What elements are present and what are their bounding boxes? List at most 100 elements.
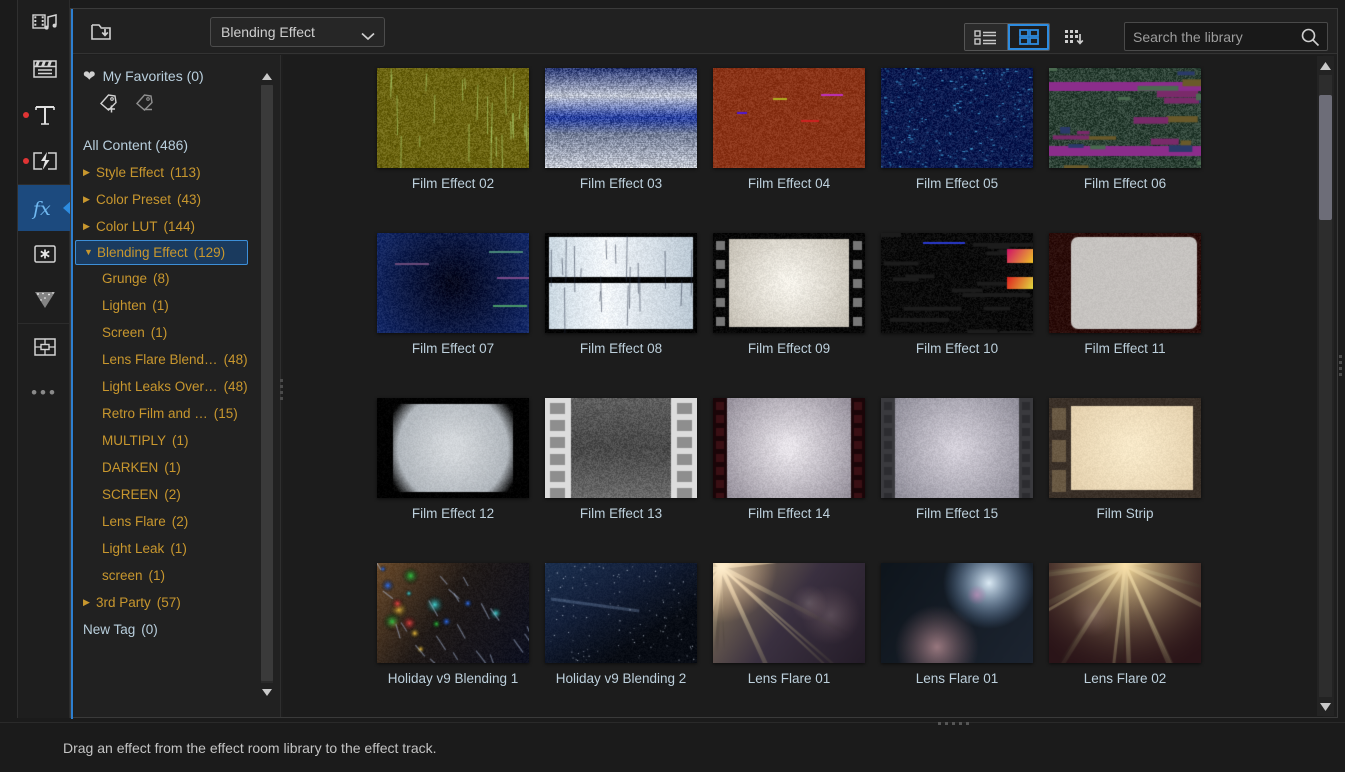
rail-button-media-room[interactable] (18, 0, 71, 46)
tag-minus-icon[interactable] (133, 91, 159, 120)
search-icon[interactable] (1300, 27, 1320, 52)
tag-tree-item[interactable]: SCREEN(2) (74, 481, 252, 508)
effect-thumbnail[interactable] (713, 68, 865, 168)
grid-view-icon[interactable] (1007, 24, 1049, 50)
rail-button-text-room[interactable] (18, 92, 71, 138)
tag-plus-icon[interactable] (97, 91, 123, 120)
rail-button-particle-room[interactable] (18, 277, 71, 323)
effect-thumbnail[interactable] (1049, 68, 1201, 168)
effect-grid-item[interactable]: Film Effect 15 (873, 398, 1041, 563)
effect-grid-item[interactable]: Holiday v9 Blending 1 (369, 563, 537, 717)
tag-tree-item[interactable]: DARKEN(1) (74, 454, 252, 481)
effect-grid-item[interactable]: Film Effect 05 (873, 68, 1041, 233)
category-dropdown[interactable]: Blending Effect (210, 17, 385, 47)
tag-tree-item-count: (1) (164, 460, 181, 475)
effect-thumbnail[interactable] (377, 68, 529, 168)
effect-thumbnail[interactable] (881, 563, 1033, 663)
tag-tree-item[interactable]: Lens Flare Blend…(48) (74, 346, 252, 373)
tag-tree-item[interactable]: ▶Color Preset(43) (74, 186, 252, 213)
effect-thumbnail[interactable] (713, 563, 865, 663)
tag-tree-item[interactable]: screen(1) (74, 562, 252, 589)
effect-grid-item[interactable]: Film Effect 11 (1041, 233, 1209, 398)
grid-scroll-down-icon[interactable] (1318, 699, 1333, 714)
effect-grid-item[interactable]: Film Effect 03 (537, 68, 705, 233)
rail-button-overlay-room[interactable] (18, 231, 71, 277)
triangle-right-icon[interactable]: ▶ (83, 195, 96, 204)
effect-thumbnail[interactable] (545, 68, 697, 168)
tag-tree-item[interactable]: ▼Blending Effect(129) (75, 240, 248, 265)
tag-tree-item[interactable]: Light Leaks Over…(48) (74, 373, 252, 400)
search-input[interactable] (1133, 23, 1293, 50)
grid-scroll-track[interactable] (1319, 75, 1332, 697)
effect-grid-item[interactable]: Film Effect 09 (705, 233, 873, 398)
rail-more-button[interactable]: ••• (18, 370, 71, 416)
panel-resize-grip[interactable] (938, 722, 969, 725)
tag-tree-item[interactable]: ▶3rd Party(57) (74, 589, 252, 616)
effect-thumbnail[interactable] (881, 68, 1033, 168)
sort-descending-icon[interactable] (1060, 24, 1090, 50)
tag-tree-item[interactable]: Screen(1) (74, 319, 252, 346)
effect-thumbnail[interactable] (1049, 398, 1201, 498)
all-content-item[interactable]: All Content (486) (83, 137, 188, 153)
effect-thumbnail[interactable] (377, 563, 529, 663)
effect-thumbnail[interactable] (881, 398, 1033, 498)
effect-grid-item[interactable]: Lens Flare 01 (873, 563, 1041, 717)
tag-tree-item[interactable]: MULTIPLY(1) (74, 427, 252, 454)
tag-tree-item[interactable]: New Tag(0) (74, 616, 252, 643)
rail-button-transition-room[interactable] (18, 138, 71, 184)
effect-thumbnail[interactable] (545, 563, 697, 663)
effect-grid-item[interactable]: Film Effect 08 (537, 233, 705, 398)
effect-grid-item[interactable]: Lens Flare 02 (1041, 563, 1209, 717)
grid-scroll-up-icon[interactable] (1318, 58, 1333, 73)
rail-button-effect-room[interactable]: fx (18, 185, 71, 231)
effect-grid-item[interactable]: Lens Flare 01 (705, 563, 873, 717)
panel-right-splitter[interactable] (1339, 355, 1342, 376)
effect-grid-item[interactable]: Holiday v9 Blending 2 (537, 563, 705, 717)
rail-button-subtitle-room[interactable] (18, 324, 71, 370)
sidebar-scroll-track[interactable] (261, 85, 273, 683)
tag-tree-item[interactable]: Light Leak(1) (74, 535, 252, 562)
effect-grid-item[interactable]: Film Effect 06 (1041, 68, 1209, 233)
rail-button-title-room[interactable] (18, 46, 71, 92)
triangle-down-icon[interactable]: ▼ (84, 248, 97, 257)
effect-thumbnail[interactable] (713, 233, 865, 333)
list-view-icon[interactable] (965, 24, 1007, 50)
search-box[interactable] (1124, 22, 1328, 51)
effect-grid-item[interactable]: Film Effect 07 (369, 233, 537, 398)
effect-grid-item[interactable]: Film Effect 04 (705, 68, 873, 233)
sidebar-scrollbar[interactable] (259, 69, 275, 699)
effect-thumbnail[interactable] (377, 233, 529, 333)
my-favorites-row[interactable]: ❤ My Favorites (0) (83, 68, 204, 84)
grid-scroll-thumb[interactable] (1319, 95, 1332, 220)
triangle-right-icon[interactable]: ▶ (83, 168, 96, 177)
effect-grid-item[interactable]: Film Strip (1041, 398, 1209, 563)
effect-thumbnail[interactable] (545, 233, 697, 333)
effect-grid-item[interactable]: Film Effect 14 (705, 398, 873, 563)
effect-thumbnail[interactable] (1049, 563, 1201, 663)
scroll-down-arrow-icon[interactable] (260, 685, 274, 699)
tag-tree-item[interactable]: Grunge(8) (74, 265, 252, 292)
sidebar-scroll-thumb[interactable] (261, 85, 273, 681)
tag-tree-item[interactable]: ▶Style Effect(113) (74, 159, 252, 186)
tag-tree-item[interactable]: Retro Film and …(15) (74, 400, 252, 427)
triangle-right-icon[interactable]: ▶ (83, 222, 96, 231)
triangle-right-icon[interactable]: ▶ (83, 598, 96, 607)
effect-thumbnail[interactable] (713, 398, 865, 498)
tag-tree-item-count: (15) (214, 406, 238, 421)
effect-thumbnail[interactable] (881, 233, 1033, 333)
grid-scrollbar[interactable] (1317, 56, 1334, 716)
scroll-up-arrow-icon[interactable] (260, 69, 274, 83)
effect-grid-item[interactable]: Film Effect 02 (369, 68, 537, 233)
effect-thumbnail[interactable] (1049, 233, 1201, 333)
tag-tree-item[interactable]: Lens Flare(2) (74, 508, 252, 535)
effect-grid-item[interactable]: Film Effect 10 (873, 233, 1041, 398)
tag-tree-item[interactable]: ▶Color LUT(144) (74, 213, 252, 240)
import-folder-icon[interactable] (83, 18, 119, 46)
tag-tree-item-count: (48) (224, 379, 248, 394)
effect-thumbnail[interactable] (545, 398, 697, 498)
effect-grid-item[interactable]: Film Effect 13 (537, 398, 705, 563)
effect-thumbnail[interactable] (377, 398, 529, 498)
effect-thumbnail-label: Film Effect 10 (916, 341, 998, 356)
effect-grid-item[interactable]: Film Effect 12 (369, 398, 537, 563)
tag-tree-item[interactable]: Lighten(1) (74, 292, 252, 319)
